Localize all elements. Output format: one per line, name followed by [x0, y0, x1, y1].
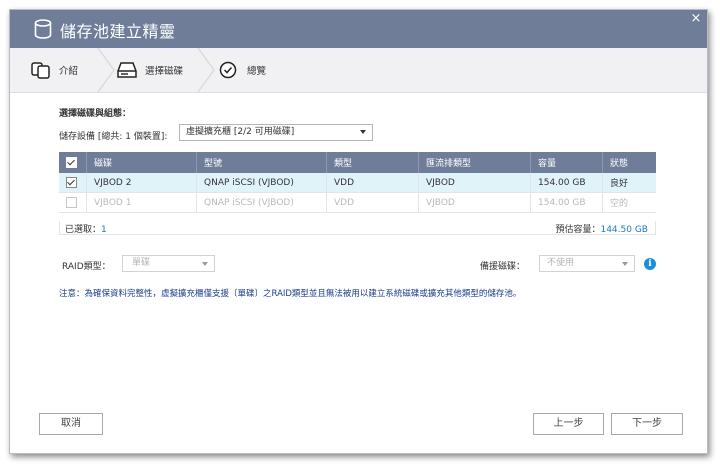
step-label: 總覽: [247, 66, 267, 77]
selected-value: 1: [101, 225, 107, 235]
estimated-capacity: 預估容量：144.50 GB: [555, 222, 648, 235]
disk-cell: VJBOD 1: [86, 192, 197, 213]
step-summary: 總覽: [218, 48, 266, 92]
column-header[interactable]: 匯流排類型: [418, 152, 531, 173]
disk-table: 磁碟 型號 類型 匯流排類型 容量 狀態 VJBOD 2 QNAP iSCSI …: [59, 152, 656, 213]
estimated-label: 預估容量：: [555, 225, 601, 235]
step-intro: 介紹: [30, 48, 78, 92]
window-title: 儲存池建立精靈: [60, 22, 176, 41]
previous-button[interactable]: 上一步: [533, 413, 604, 435]
checkmark-circle-icon: [219, 61, 237, 79]
chevron-down-icon: [202, 262, 208, 266]
next-button[interactable]: 下一步: [611, 413, 683, 435]
raid-type-select[interactable]: 單碟: [122, 255, 215, 272]
storage-device-select[interactable]: 虛擬擴充櫃 [2/2 可用磁碟]: [179, 124, 373, 141]
status-cell: 良好: [602, 173, 656, 193]
raid-type-value: 單碟: [132, 258, 151, 268]
column-header[interactable]: 容量: [530, 152, 603, 173]
drive-icon: [117, 62, 137, 78]
row-checkbox[interactable]: [66, 197, 77, 208]
storage-device-label: 儲存設備 [總共: 1 個裝置]:: [59, 132, 168, 142]
row-checkbox-cell[interactable]: [59, 173, 87, 193]
wizard-steps: 介紹 選擇磁碟 總覽: [10, 48, 707, 93]
raid-type-label: RAID類型：: [62, 262, 111, 272]
step-separator: [197, 48, 215, 92]
title-bar: 儲存池建立精靈 ×: [10, 10, 707, 48]
note-text: 注意：為確保資料完整性，虛擬擴充櫃僅支援〔單碟〕之RAID類型並且無法被用以建立…: [59, 289, 522, 299]
disks-icon: [31, 62, 50, 79]
table-row[interactable]: VJBOD 2 QNAP iSCSI (VJBOD) VDD VJBOD 154…: [59, 173, 656, 193]
column-header[interactable]: 類型: [326, 152, 419, 173]
row-checkbox[interactable]: [66, 177, 77, 188]
cancel-button[interactable]: 取消: [39, 413, 103, 435]
model-cell: QNAP iSCSI (VJBOD): [196, 173, 327, 193]
chevron-down-icon: [622, 262, 628, 266]
storage-device-value: 虛擬擴充櫃 [2/2 可用磁碟]: [186, 127, 295, 137]
type-cell: VDD: [326, 192, 419, 213]
column-header[interactable]: 狀態: [602, 152, 656, 173]
step-separator: [97, 48, 115, 92]
close-icon[interactable]: ×: [689, 12, 703, 26]
section-title: 選擇磁碟與組態：: [59, 109, 132, 119]
select-all-cell[interactable]: [59, 152, 87, 173]
status-cell: 空的: [602, 192, 656, 213]
column-header[interactable]: 型號: [196, 152, 327, 173]
type-cell: VDD: [326, 173, 419, 193]
capacity-cell: 154.00 GB: [530, 192, 603, 213]
row-checkbox-cell[interactable]: [59, 192, 87, 213]
step-select-disks: 選擇磁碟: [116, 48, 183, 92]
step-label: 選擇磁碟: [145, 66, 184, 77]
bus-cell: VJBOD: [418, 173, 531, 193]
select-all-checkbox[interactable]: [66, 157, 77, 168]
table-header: 磁碟 型號 類型 匯流排類型 容量 狀態: [59, 152, 656, 173]
spare-disk-label: 備援磁碟：: [480, 262, 526, 272]
selected-count: 已選取：1: [65, 222, 107, 235]
step-label: 介紹: [59, 66, 79, 77]
table-summary: 已選取：1 預估容量：144.50 GB: [59, 221, 656, 235]
estimated-value: 144.50 GB: [600, 225, 648, 235]
wizard-window: 儲存池建立精靈 × 介紹 選擇磁碟 總覽 選擇磁碟與組態： 儲存設備 [總共: …: [9, 9, 708, 454]
column-header[interactable]: 磁碟: [86, 152, 197, 173]
chevron-down-icon: [360, 130, 366, 134]
selected-label: 已選取：: [65, 225, 102, 235]
capacity-cell: 154.00 GB: [530, 173, 603, 193]
model-cell: QNAP iSCSI (VJBOD): [196, 192, 327, 213]
table-row[interactable]: VJBOD 1 QNAP iSCSI (VJBOD) VDD VJBOD 154…: [59, 192, 656, 213]
bus-cell: VJBOD: [418, 192, 531, 213]
storage-pool-icon: [34, 19, 52, 39]
disk-cell: VJBOD 2: [86, 173, 197, 193]
spare-disk-select[interactable]: 不使用: [539, 255, 635, 272]
info-icon[interactable]: i: [644, 258, 656, 270]
spare-disk-value: 不使用: [547, 258, 575, 268]
